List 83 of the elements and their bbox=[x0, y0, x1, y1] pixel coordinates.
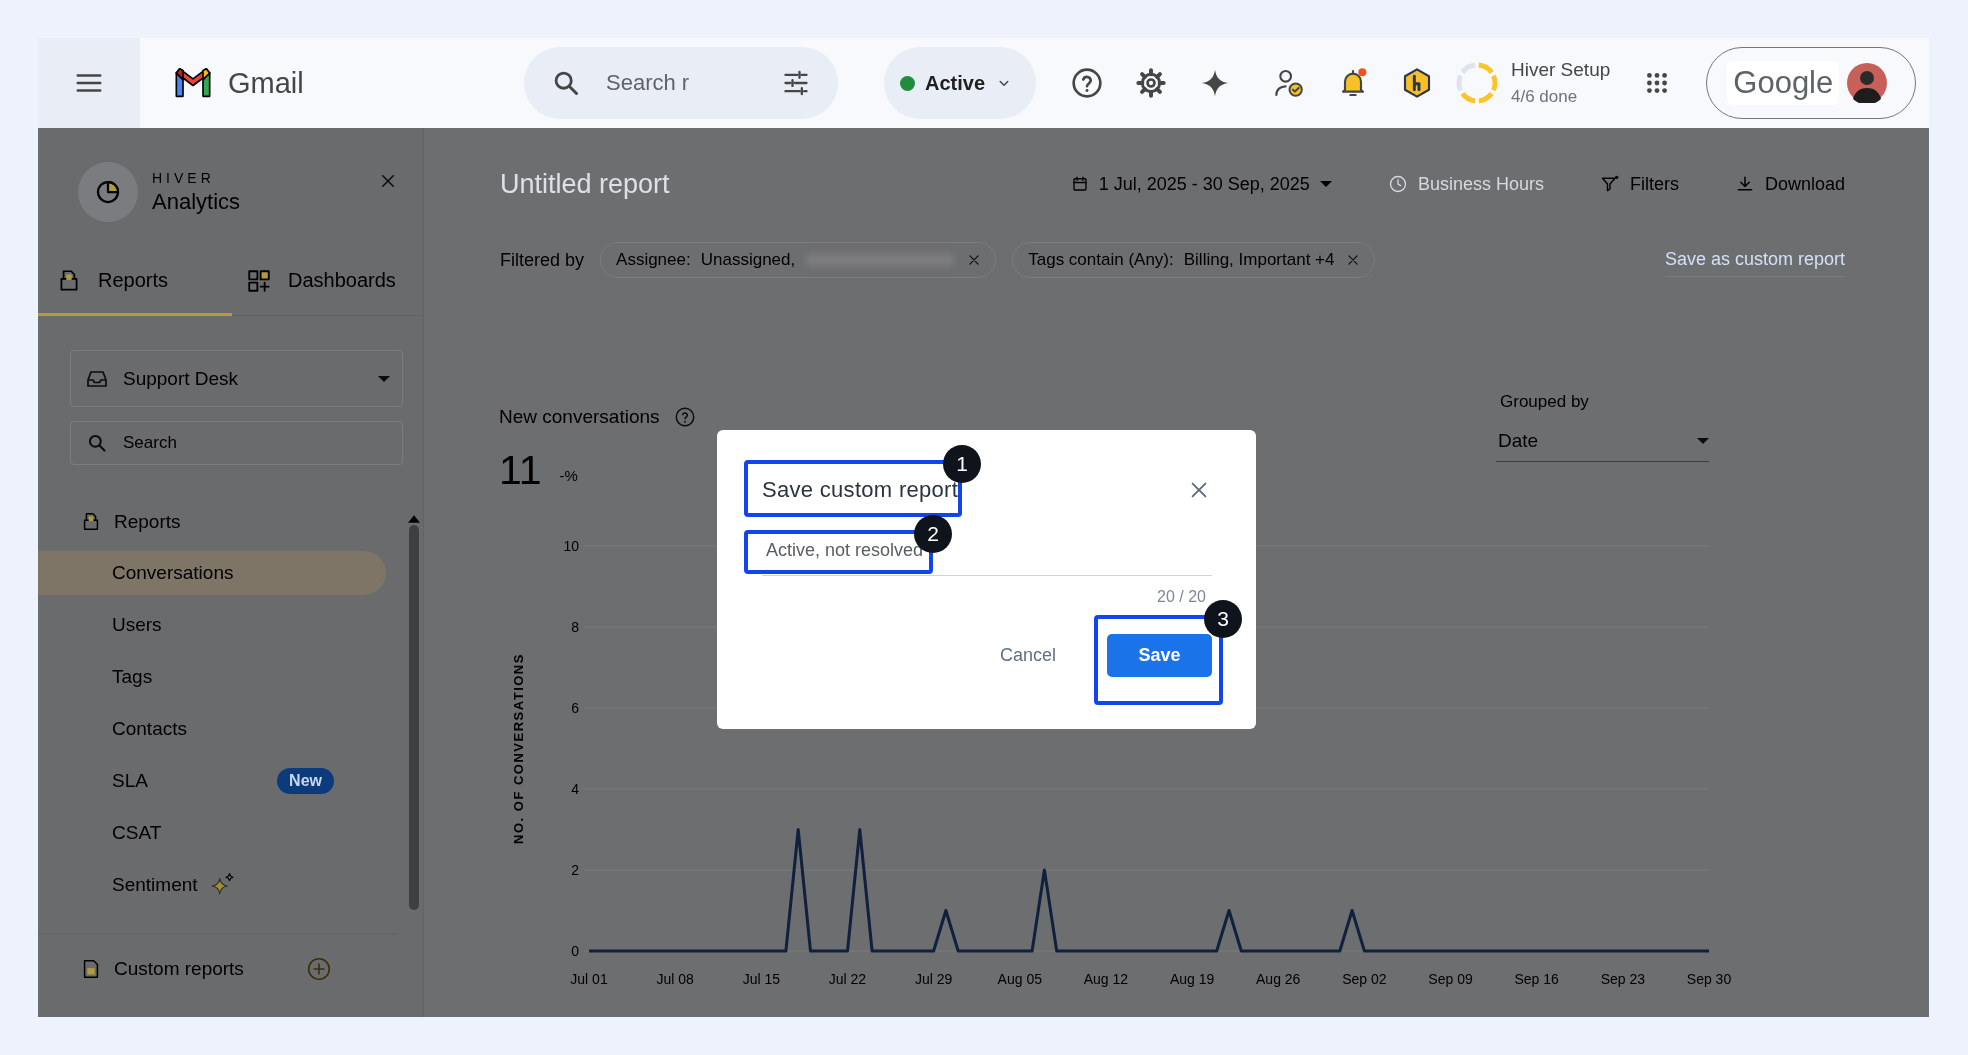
close-icon[interactable] bbox=[379, 172, 397, 190]
nav-item[interactable]: Sentiment bbox=[112, 874, 198, 896]
report-title: Untitled report bbox=[500, 168, 670, 200]
search-icon bbox=[552, 69, 580, 97]
axis-tick-label: Aug 19 bbox=[1169, 971, 1215, 987]
filter-label: Filtered by bbox=[500, 249, 585, 271]
dropdown-caret-icon bbox=[1697, 437, 1709, 444]
axis-tick-label: Jul 15 bbox=[742, 971, 780, 987]
character-counter: 20 / 20 bbox=[1156, 588, 1207, 606]
help-icon[interactable] bbox=[673, 406, 696, 428]
axis-tick-label: Jul 01 bbox=[570, 971, 608, 987]
status-dot-icon bbox=[900, 75, 915, 91]
status-button[interactable]: Active bbox=[884, 47, 1036, 119]
close-icon[interactable] bbox=[967, 253, 982, 267]
axis-tick-label: Sep 02 bbox=[1342, 971, 1387, 987]
search-icon bbox=[87, 433, 107, 453]
save-button[interactable]: Save bbox=[1107, 634, 1212, 677]
axis-tick-label: Jul 22 bbox=[828, 971, 867, 987]
account-brand: Google bbox=[1727, 61, 1840, 105]
clock-icon bbox=[1387, 174, 1408, 194]
axis-tick-label: Sep 23 bbox=[1600, 971, 1646, 987]
nav-item[interactable]: SLA bbox=[112, 770, 148, 792]
search-input[interactable]: Search r bbox=[604, 69, 694, 97]
axis-title: NO. OF CONVERSATIONS bbox=[511, 653, 526, 844]
axis-tick-label: 10 bbox=[563, 538, 579, 554]
download-button[interactable]: Download bbox=[1734, 173, 1845, 195]
date-range-button[interactable]: 1 Jul, 2025 - 30 Sep, 2025 bbox=[1070, 173, 1332, 195]
axis-tick-label: 2 bbox=[571, 862, 579, 878]
axis-tick-label: 4 bbox=[571, 781, 579, 797]
metric-title: New conversations bbox=[499, 406, 660, 428]
axis-tick-label: Sep 09 bbox=[1428, 971, 1473, 987]
new-badge: New bbox=[277, 768, 334, 794]
axis-tick-label: Jul 08 bbox=[656, 971, 694, 987]
callout-badge: 3 bbox=[1204, 600, 1242, 638]
axis-tick-label: Aug 12 bbox=[1083, 971, 1129, 987]
sidebar-tab[interactable]: Dashboards bbox=[232, 248, 396, 316]
settings-icon[interactable] bbox=[1135, 67, 1167, 99]
axis-tick-label: Aug 26 bbox=[1256, 971, 1301, 987]
setup-title: Hiver Setup bbox=[1511, 59, 1611, 81]
product-name: Gmail bbox=[228, 66, 304, 100]
inbox-dropdown[interactable]: Support Desk bbox=[70, 350, 403, 407]
dropdown-caret-icon bbox=[378, 375, 390, 382]
metric-value: 11 bbox=[499, 446, 542, 494]
section-heading: Custom reports bbox=[114, 958, 244, 980]
grouped-by-dropdown[interactable]: Date bbox=[1496, 420, 1709, 462]
callout-badge: 1 bbox=[943, 445, 982, 483]
close-icon[interactable] bbox=[1346, 253, 1361, 267]
search-input[interactable]: Search bbox=[121, 432, 321, 454]
search-box[interactable]: Search bbox=[70, 421, 403, 465]
nav-item[interactable]: CSAT bbox=[38, 811, 386, 855]
axis-tick-label: Aug 05 bbox=[997, 971, 1042, 987]
nav-item[interactable]: Contacts bbox=[38, 707, 386, 751]
brand-title: Analytics bbox=[152, 188, 241, 215]
save-custom-report-link[interactable]: Save as custom report bbox=[1664, 243, 1845, 277]
section-heading: Reports bbox=[114, 511, 181, 533]
axis-tick-label: Sep 30 bbox=[1686, 971, 1732, 987]
help-icon[interactable] bbox=[1071, 67, 1103, 99]
dashboard-grid-icon bbox=[246, 267, 272, 294]
add-circle-icon[interactable] bbox=[306, 956, 332, 982]
axis-tick-label: 6 bbox=[571, 700, 579, 716]
axis-tick-label: 8 bbox=[571, 619, 579, 635]
metric-change: -% bbox=[559, 466, 578, 484]
axis-tick-label: Jul 29 bbox=[914, 971, 953, 987]
axis-tick-label: 0 bbox=[571, 943, 579, 959]
hexagon-logo-icon[interactable] bbox=[1401, 67, 1433, 99]
nav-item[interactable]: Users bbox=[38, 603, 386, 647]
dropdown-caret-icon bbox=[1319, 181, 1332, 187]
brand-label: HIVER bbox=[152, 169, 216, 186]
nav-item[interactable]: Tags bbox=[38, 655, 386, 699]
filter-icon bbox=[1599, 174, 1620, 194]
axis-tick-label: Sep 16 bbox=[1514, 971, 1559, 987]
calendar-icon bbox=[1070, 175, 1089, 193]
nav-item[interactable]: Conversations bbox=[38, 551, 386, 595]
person-check-icon[interactable] bbox=[1273, 67, 1305, 99]
sidebar-tab[interactable]: Reports bbox=[38, 248, 232, 316]
search-bar[interactable]: Search r bbox=[524, 47, 838, 119]
avatar-icon bbox=[1847, 63, 1888, 103]
cancel-button[interactable]: Cancel bbox=[999, 637, 1056, 674]
menu-button[interactable] bbox=[38, 38, 140, 128]
filter-sliders-icon bbox=[782, 69, 810, 97]
filters-button[interactable]: Filters bbox=[1599, 173, 1679, 195]
setup-progress-text: 4/6 done bbox=[1511, 87, 1579, 107]
grouped-by-label: Grouped by bbox=[1499, 392, 1590, 412]
